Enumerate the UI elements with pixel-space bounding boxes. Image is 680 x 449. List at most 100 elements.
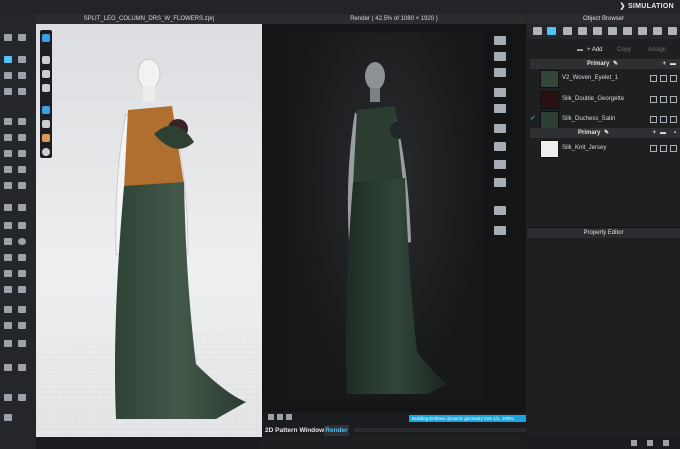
tack-tool-icon[interactable] xyxy=(18,72,28,80)
folder-icon[interactable]: ▬ xyxy=(577,45,583,55)
plus-icon[interactable]: + xyxy=(662,59,666,69)
copy-icon[interactable] xyxy=(650,75,657,82)
arrange-tool-icon[interactable] xyxy=(4,88,14,96)
tab-zipper-icon[interactable] xyxy=(638,27,647,35)
fabric-item[interactable]: Silk_Double_Georgette xyxy=(530,90,680,109)
tape-tool-icon[interactable] xyxy=(18,394,28,402)
ruler-tool-icon[interactable] xyxy=(18,166,28,174)
link-icon[interactable] xyxy=(660,96,667,103)
delete-icon[interactable] xyxy=(670,96,677,103)
section-primary-1[interactable]: Primary ✎ + ▬ xyxy=(530,59,680,69)
transform-tool-icon[interactable] xyxy=(18,34,28,42)
topstitch-tool-icon[interactable] xyxy=(18,286,28,294)
fit-view-icon[interactable] xyxy=(268,414,274,420)
section-primary-2[interactable]: Primary ✎ + ▬ ▪ xyxy=(530,128,680,138)
pin-tool-icon[interactable] xyxy=(18,56,28,64)
shirt-tool-icon[interactable] xyxy=(18,118,28,126)
3d-garment-viewport[interactable] xyxy=(36,24,262,437)
select-tool-icon[interactable] xyxy=(4,34,14,42)
delete-icon[interactable] xyxy=(670,75,677,82)
tab-button-icon[interactable] xyxy=(578,27,587,35)
move-tool-icon[interactable] xyxy=(4,56,14,64)
seam-tool-icon[interactable] xyxy=(18,134,28,142)
render-save-icon[interactable] xyxy=(494,206,506,215)
pleat-tool-icon[interactable] xyxy=(18,150,28,158)
render-video-icon[interactable] xyxy=(494,68,506,77)
layout-icon[interactable] xyxy=(647,440,653,446)
fullscreen-icon[interactable] xyxy=(277,414,283,420)
render-preview-canvas[interactable] xyxy=(287,32,483,402)
piping-tool-icon[interactable] xyxy=(4,322,14,330)
console-icon[interactable] xyxy=(631,440,637,446)
brush-tool-icon[interactable] xyxy=(4,254,14,262)
curve-tool-icon[interactable] xyxy=(4,340,14,348)
fold-tool-icon[interactable] xyxy=(4,72,14,80)
tab-puckering-icon[interactable] xyxy=(623,27,632,35)
tab-render[interactable]: Render xyxy=(324,425,349,436)
tab-trim-icon[interactable] xyxy=(653,27,662,35)
tab-buttonhole-icon[interactable] xyxy=(593,27,602,35)
circle-tool-icon[interactable] xyxy=(18,238,28,246)
line-tool-icon[interactable] xyxy=(4,364,14,372)
box-tool-icon[interactable] xyxy=(18,364,28,372)
render-settings-icon[interactable] xyxy=(494,160,506,169)
tab-topstitch-icon[interactable] xyxy=(608,27,617,35)
delete-icon[interactable]: ▪ xyxy=(674,128,676,138)
graphic-tool-icon[interactable] xyxy=(18,182,28,190)
scale-tool-icon[interactable] xyxy=(18,254,28,262)
add-button[interactable]: + Add xyxy=(587,45,603,55)
cube-tool-icon[interactable] xyxy=(18,340,28,348)
tab-2d-pattern-window[interactable]: 2D Pattern Window xyxy=(265,427,324,434)
delete-icon[interactable] xyxy=(670,145,677,152)
stitch-tool-icon[interactable] xyxy=(4,286,14,294)
render-turntable-icon[interactable] xyxy=(494,88,506,97)
measure-tool-icon[interactable] xyxy=(4,166,14,174)
delete-icon[interactable] xyxy=(670,116,677,123)
simulation-mode-button[interactable]: ❯ SIMULATION xyxy=(620,2,674,10)
avatar-tool-icon[interactable] xyxy=(18,88,28,96)
shrink-tool-icon[interactable] xyxy=(4,270,14,278)
plus-icon[interactable]: + xyxy=(652,128,656,138)
garment-tool-icon[interactable] xyxy=(4,118,14,126)
pencil-icon[interactable]: ✎ xyxy=(604,128,609,138)
fabric-item[interactable]: Silk_Knit_Jersey xyxy=(530,139,680,158)
settings-icon[interactable] xyxy=(663,440,669,446)
pattern-tool-icon[interactable] xyxy=(4,150,14,158)
sewing-tool-icon[interactable] xyxy=(4,134,14,142)
render-light-icon[interactable] xyxy=(494,124,506,133)
copy-button[interactable]: Copy xyxy=(617,45,631,55)
render-environment-icon[interactable] xyxy=(494,142,506,151)
render-start-icon[interactable] xyxy=(494,36,506,45)
render-material-icon[interactable] xyxy=(494,178,506,187)
render-image-icon[interactable] xyxy=(494,52,506,61)
folder-icon[interactable]: ▬ xyxy=(670,59,676,69)
texture-tool-icon[interactable] xyxy=(4,182,14,190)
link-icon[interactable] xyxy=(660,116,667,123)
button-tool-icon[interactable] xyxy=(4,204,14,212)
edit-tool-icon[interactable] xyxy=(4,238,14,246)
link-icon[interactable] xyxy=(660,145,667,152)
fabric-item-selected[interactable]: ✓ Silk_Duchess_Satin xyxy=(530,110,680,129)
horizontal-scrollbar[interactable] xyxy=(354,428,526,432)
tab-fabric-icon[interactable] xyxy=(547,27,556,35)
knot-tool-icon[interactable] xyxy=(18,270,28,278)
pencil-icon[interactable]: ✎ xyxy=(613,59,618,69)
copy-icon[interactable] xyxy=(650,145,657,152)
padding-tool-icon[interactable] xyxy=(18,306,28,314)
trim-tool-icon[interactable] xyxy=(4,222,14,230)
fabric-item[interactable]: V2_Woven_Eyelet_1 xyxy=(530,69,680,88)
render-camera-icon[interactable] xyxy=(494,104,506,113)
link-icon[interactable] xyxy=(660,75,667,82)
render-folder-icon[interactable] xyxy=(494,226,506,235)
copy-icon[interactable] xyxy=(650,116,657,123)
copy-icon[interactable] xyxy=(650,96,657,103)
tab-more-icon[interactable] xyxy=(668,27,677,35)
tab-scene-icon[interactable] xyxy=(533,27,542,35)
folder-icon[interactable]: ▬ xyxy=(660,128,666,138)
needle-tool-icon[interactable] xyxy=(4,394,14,402)
assign-button[interactable]: Assign xyxy=(648,45,666,55)
cut-tool-icon[interactable] xyxy=(4,414,14,422)
fur-tool-icon[interactable] xyxy=(4,306,14,314)
puckering-tool-icon[interactable] xyxy=(18,222,28,230)
zipper-tool-icon[interactable] xyxy=(18,204,28,212)
